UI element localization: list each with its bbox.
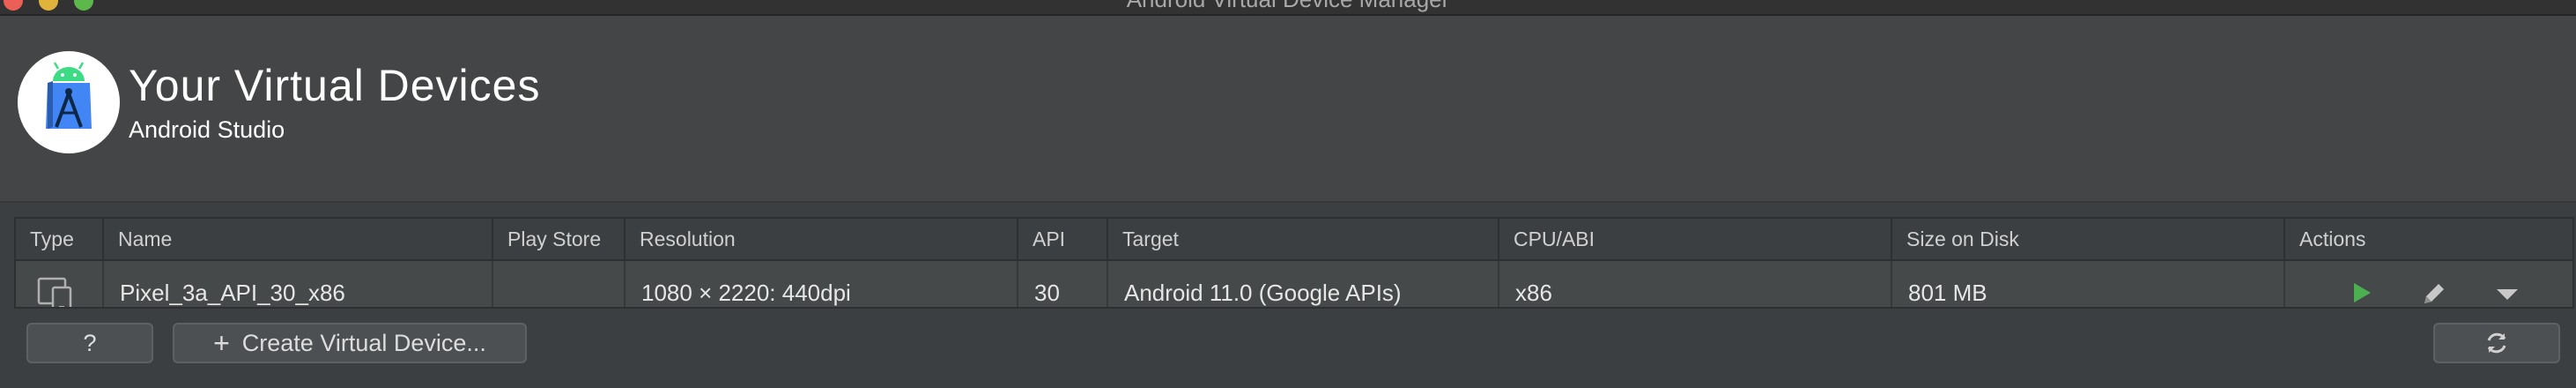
- plus-icon: +: [213, 326, 230, 359]
- create-virtual-device-button[interactable]: + Create Virtual Device...: [173, 323, 527, 363]
- create-virtual-device-label: Create Virtual Device...: [241, 329, 486, 356]
- column-header-cpu-abi[interactable]: CPU/ABI: [1499, 219, 1892, 259]
- column-header-actions: Actions: [2299, 228, 2366, 250]
- table-header-row: Type Name Play Store Resolution API Targ…: [16, 219, 2572, 261]
- window-title: Android Virtual Device Manager: [0, 0, 2576, 13]
- column-header-size-on-disk[interactable]: Size on Disk: [1892, 219, 2285, 259]
- column-header-target[interactable]: Target: [1108, 219, 1499, 259]
- column-header-resolution[interactable]: Resolution: [625, 219, 1018, 259]
- help-button-label: ?: [83, 329, 97, 356]
- dropdown-arrow-icon[interactable]: [2495, 287, 2520, 302]
- table-row[interactable]: Pixel_3a_API_30_x86 1080 × 2220: 440dpi …: [16, 261, 2572, 309]
- refresh-icon: [2487, 332, 2506, 354]
- api-cell: 30: [1018, 261, 1108, 307]
- page-title: Your Virtual Devices: [129, 61, 541, 110]
- column-header-type[interactable]: Type: [16, 219, 104, 259]
- refresh-button[interactable]: [2433, 323, 2560, 363]
- cpu-abi-cell: x86: [1499, 261, 1892, 307]
- window-titlebar: Android Virtual Device Manager: [0, 0, 2576, 16]
- page-header: Your Virtual Devices Android Studio: [0, 16, 2576, 203]
- help-button[interactable]: ?: [26, 323, 153, 363]
- play-icon[interactable]: [2350, 280, 2373, 305]
- column-header-name[interactable]: Name: [104, 219, 493, 259]
- play-store-cell: [493, 261, 625, 307]
- device-phone-tablet-icon: [37, 277, 72, 307]
- column-header-play-store[interactable]: Play Store: [493, 219, 625, 259]
- target-cell: Android 11.0 (Google APIs): [1108, 261, 1499, 307]
- device-type-cell: [16, 261, 104, 307]
- pencil-icon[interactable]: [2419, 280, 2447, 309]
- devices-table: Type Name Play Store Resolution API Targ…: [14, 217, 2574, 309]
- size-on-disk-cell: 801 MB: [1892, 261, 2285, 307]
- column-header-api[interactable]: API: [1018, 219, 1108, 259]
- resolution-cell: 1080 × 2220: 440dpi: [625, 261, 1018, 307]
- actions-cell: [2285, 261, 2572, 309]
- android-studio-logo-icon: [18, 51, 120, 153]
- device-name-cell: Pixel_3a_API_30_x86: [104, 261, 493, 307]
- page-subtitle: Android Studio: [129, 116, 285, 143]
